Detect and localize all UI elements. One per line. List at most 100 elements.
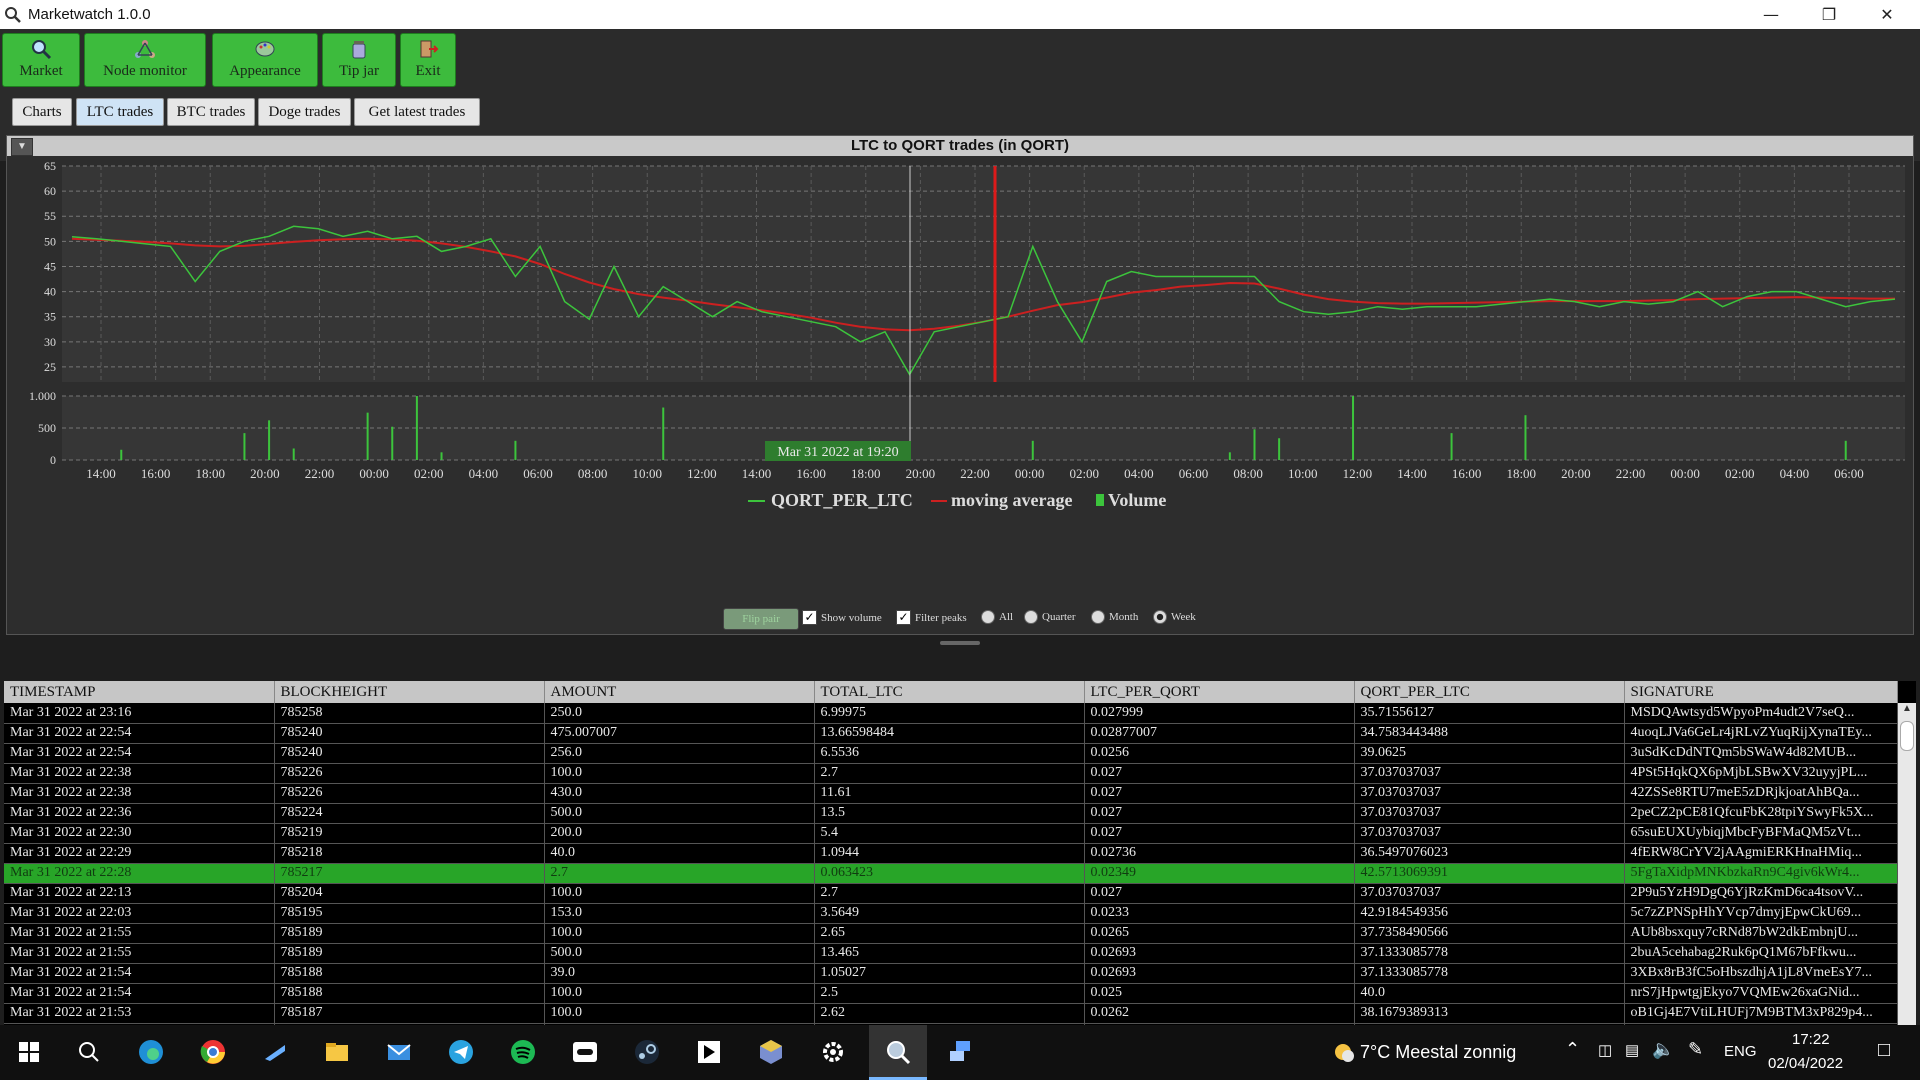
y-tick-label: 30 (44, 335, 56, 349)
range-quarter-label: Quarter (1042, 611, 1076, 623)
chrome-icon[interactable] (198, 1037, 228, 1067)
vertical-scrollbar[interactable]: ▲ ▼ (1898, 703, 1916, 1053)
table-row[interactable]: Mar 31 2022 at 21:55 785189 500.0 13.465 0.0… (4, 943, 1898, 964)
remote-desktop-icon[interactable] (946, 1037, 976, 1067)
table-row[interactable]: Mar 31 2022 at 22:38 785226 430.0 11.61 0.02… (4, 783, 1898, 804)
table-cell: 38.1679389313 (1354, 1003, 1625, 1024)
table-row[interactable]: Mar 31 2022 at 22:03 785195 153.0 3.5649 0.0… (4, 903, 1898, 924)
weather-text[interactable]: 7°C Meestal zonnig (1360, 1042, 1516, 1063)
table-row[interactable]: Mar 31 2022 at 22:54 785240 256.0 6.5536 0.0… (4, 743, 1898, 764)
radio-quarter[interactable] (1024, 610, 1038, 624)
table-row[interactable]: Mar 31 2022 at 22:36 785224 500.0 13.5 0.027… (4, 803, 1898, 824)
collapse-dropdown-button[interactable]: ▼ (11, 138, 33, 156)
steam-icon[interactable] (632, 1037, 662, 1067)
app-icon[interactable] (260, 1037, 290, 1067)
trades-chart[interactable]: 25 30 35 40 45 50 55 60 65 0 500 1.000 14:00 16:00 18:… (7, 156, 1913, 604)
market-button[interactable]: Market (2, 33, 80, 87)
spotify-icon[interactable] (508, 1037, 538, 1067)
radio-week[interactable] (1153, 610, 1167, 624)
tip-jar-button[interactable]: Tip jar (322, 33, 396, 87)
clock-time[interactable]: 17:22 (1792, 1031, 1830, 1048)
windows-start-icon[interactable] (14, 1037, 44, 1067)
filter-peaks-checkbox[interactable]: ✓ (896, 610, 911, 625)
column-header-amount[interactable]: AMOUNT (544, 681, 815, 703)
chart-title: LTC to QORT trades (in QORT) (7, 136, 1913, 156)
table-row[interactable]: Mar 31 2022 at 22:38 785226 100.0 2.7 0.027 3… (4, 763, 1898, 784)
table-row[interactable]: Mar 31 2022 at 21:54 785188 39.0 1.05027 0.0… (4, 963, 1898, 984)
tray-camera-icon[interactable]: ◫ (1598, 1041, 1612, 1059)
file-explorer-icon[interactable] (322, 1037, 352, 1067)
tray-chevron-icon[interactable]: ⌃ (1565, 1039, 1580, 1060)
tab-doge-trades[interactable]: Doge trades (258, 98, 351, 126)
flip-pair-button[interactable]: Flip pair (723, 608, 799, 630)
filter-peaks-control[interactable]: ✓ Filter peaks (896, 610, 967, 625)
table-cell: 5.4 (814, 823, 1085, 844)
scroll-up-arrow[interactable]: ▲ (1898, 703, 1916, 719)
notifications-icon[interactable]: □ (1878, 1039, 1890, 1062)
column-header-blockheight[interactable]: BLOCKHEIGHT (274, 681, 545, 703)
radio-month[interactable] (1091, 610, 1105, 624)
table-cell: 0.027 (1084, 803, 1355, 824)
column-header-ltc-per-qort[interactable]: LTC_PER_QORT (1084, 681, 1355, 703)
table-cell: 40.0 (544, 843, 815, 864)
appearance-button[interactable]: Appearance (212, 33, 318, 87)
table-cell: 785188 (274, 983, 545, 1004)
splitter-handle[interactable] (940, 641, 980, 645)
table-row[interactable]: Mar 31 2022 at 22:30 785219 200.0 5.4 0.027 3… (4, 823, 1898, 844)
table-row[interactable]: Mar 31 2022 at 21:55 785189 100.0 2.65 0.026… (4, 923, 1898, 944)
mail-icon[interactable] (384, 1037, 414, 1067)
table-cell: 0.0256 (1084, 743, 1355, 764)
tab-charts[interactable]: Charts (12, 98, 72, 126)
tab-btc-trades[interactable]: BTC trades (167, 98, 255, 126)
table-row[interactable]: Mar 31 2022 at 22:28 785217 2.7 0.063423 0.0… (4, 863, 1898, 884)
table-cell: 3uSdKcDdNTQm5bSWaW4d82MUB... (1624, 743, 1898, 764)
table-row[interactable]: Mar 31 2022 at 21:53 785187 100.0 2.62 0.026… (4, 1003, 1898, 1024)
search-icon[interactable] (74, 1037, 104, 1067)
scroll-thumb[interactable] (1900, 721, 1914, 751)
network-icon[interactable]: ▤ (1625, 1041, 1639, 1059)
edge-icon[interactable] (136, 1037, 166, 1067)
settings-gear-icon[interactable] (818, 1037, 848, 1067)
show-volume-control[interactable]: ✓ Show volume (802, 610, 882, 625)
table-cell: Mar 31 2022 at 22:13 (4, 883, 275, 904)
show-volume-checkbox[interactable]: ✓ (802, 610, 817, 625)
volume-icon[interactable]: 🔈 (1652, 1039, 1674, 1060)
range-week-radio[interactable]: Week (1153, 610, 1196, 624)
y-tick-label: 55 (44, 209, 56, 223)
marketwatch-app-icon[interactable] (883, 1037, 913, 1067)
table-cell: 6.5536 (814, 743, 1085, 764)
vpn-app-icon[interactable] (694, 1037, 724, 1067)
exit-button[interactable]: Exit (400, 33, 456, 87)
cube-app-icon[interactable] (756, 1037, 786, 1067)
pen-icon[interactable]: ✎ (1688, 1039, 1703, 1060)
network-icon (135, 40, 155, 58)
tab-ltc-trades[interactable]: LTC trades (76, 98, 164, 126)
restore-button[interactable]: ❐ (1800, 0, 1858, 29)
tab-get-latest-trades[interactable]: Get latest trades (354, 98, 480, 126)
column-header-total-ltc[interactable]: TOTAL_LTC (814, 681, 1085, 703)
column-header-timestamp[interactable]: TIMESTAMP (4, 681, 275, 703)
clock-date[interactable]: 02/04/2022 (1768, 1055, 1843, 1072)
range-all-radio[interactable]: All (981, 610, 1013, 624)
node-monitor-button[interactable]: Node monitor (84, 33, 206, 87)
media-app-icon[interactable] (570, 1037, 600, 1067)
table-cell: 2.65 (814, 923, 1085, 944)
close-button[interactable]: ✕ (1858, 0, 1916, 29)
column-header-qort-per-ltc[interactable]: QORT_PER_LTC (1354, 681, 1625, 703)
language-indicator[interactable]: ENG (1724, 1043, 1757, 1060)
table-cell: 100.0 (544, 1003, 815, 1024)
table-row[interactable]: Mar 31 2022 at 22:13 785204 100.0 2.7 0.027 3… (4, 883, 1898, 904)
range-month-radio[interactable]: Month (1091, 610, 1138, 624)
table-header-row: TIMESTAMP BLOCKHEIGHT AMOUNT TOTAL_LTC LTC_P… (4, 681, 1898, 703)
table-cell: Mar 31 2022 at 22:54 (4, 723, 275, 744)
minimize-button[interactable]: — (1742, 0, 1800, 29)
radio-all[interactable] (981, 610, 995, 624)
column-header-signature[interactable]: SIGNATURE (1624, 681, 1898, 703)
table-row[interactable]: Mar 31 2022 at 22:54 785240 475.007007 13.6… (4, 723, 1898, 744)
range-quarter-radio[interactable]: Quarter (1024, 610, 1076, 624)
table-row[interactable]: Mar 31 2022 at 22:29 785218 40.0 1.0944 0.02… (4, 843, 1898, 864)
table-row[interactable]: Mar 31 2022 at 21:54 785188 100.0 2.5 0.025 4… (4, 983, 1898, 1004)
telegram-icon[interactable] (446, 1037, 476, 1067)
table-row[interactable]: Mar 31 2022 at 23:16 785258 250.0 6.99975 0.… (4, 703, 1898, 724)
table-cell: 37.1333085778 (1354, 943, 1625, 964)
